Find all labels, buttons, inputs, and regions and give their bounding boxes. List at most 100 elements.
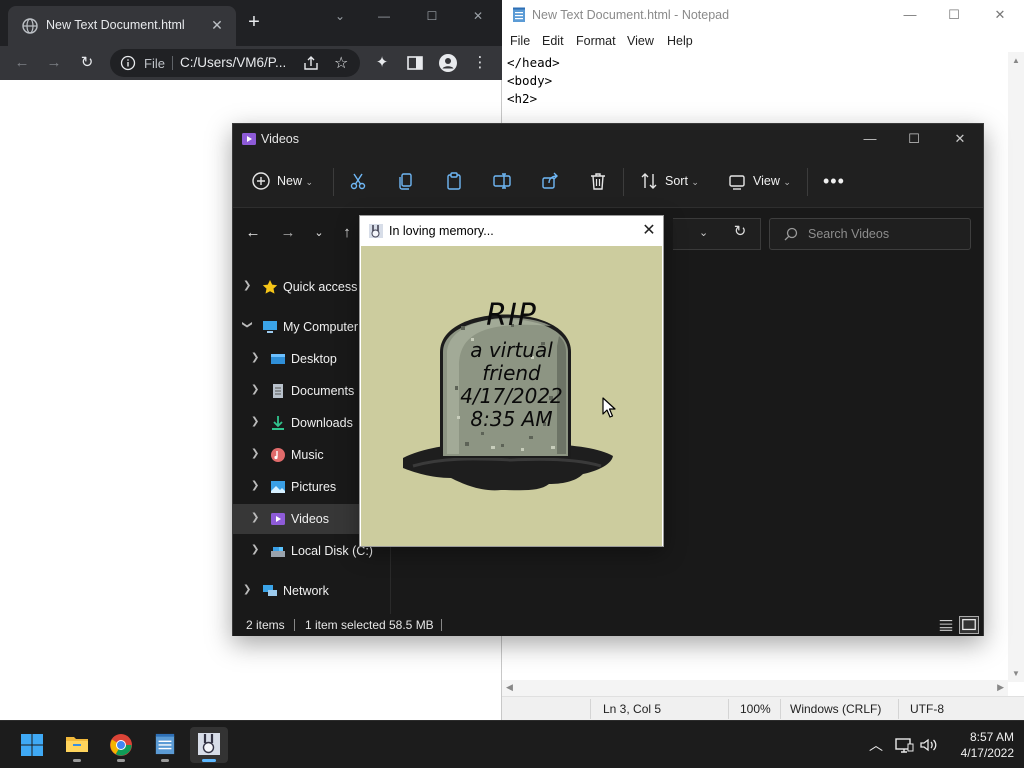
share-icon[interactable] <box>540 171 560 191</box>
sort-button[interactable]: Sort ⌄ <box>665 169 699 193</box>
scroll-up-icon[interactable]: ▲ <box>1012 56 1020 65</box>
paste-icon[interactable] <box>444 171 464 191</box>
command-bar: New ⌄ Sort ⌄ View ⌄ ••• <box>233 154 983 208</box>
info-icon[interactable] <box>120 55 136 71</box>
documents-icon <box>273 384 283 398</box>
menu-file[interactable]: File <box>510 34 530 48</box>
chrome-icon <box>110 734 132 756</box>
side-panel-icon[interactable] <box>406 54 424 72</box>
refresh-icon[interactable]: ↻ <box>731 223 749 241</box>
maximize-icon[interactable]: ☐ <box>939 6 969 24</box>
chevron-right-icon[interactable]: ❯ <box>251 448 261 459</box>
forward-arrow-icon[interactable]: → <box>278 223 298 243</box>
chrome-tab[interactable]: New Text Document.html ✕ <box>8 6 236 46</box>
horizontal-scrollbar[interactable]: ◀ ▶ <box>502 680 1008 696</box>
sort-button-label: Sort <box>665 174 688 188</box>
minimize-icon[interactable]: — <box>895 6 925 24</box>
scroll-left-icon[interactable]: ◀ <box>506 682 513 693</box>
forward-arrow-icon[interactable]: → <box>44 53 64 73</box>
close-icon[interactable]: ✕ <box>208 16 226 34</box>
taskbar-file-explorer[interactable] <box>58 727 96 763</box>
menu-edit[interactable]: Edit <box>542 34 564 48</box>
search-box[interactable] <box>769 218 971 250</box>
close-icon[interactable]: ✕ <box>640 222 658 240</box>
chevron-down-icon[interactable]: ❯ <box>242 321 253 331</box>
chevron-right-icon[interactable]: ❯ <box>251 384 261 395</box>
maximize-icon[interactable]: ☐ <box>420 6 444 26</box>
divider <box>441 619 442 631</box>
computer-icon <box>263 321 277 333</box>
reload-icon[interactable]: ↻ <box>77 53 97 73</box>
tiles-view-icon <box>962 619 976 631</box>
menu-help[interactable]: Help <box>667 34 693 48</box>
delete-icon[interactable] <box>588 171 608 191</box>
notepad-title: New Text Document.html - Notepad <box>532 8 730 22</box>
bunny-app-icon <box>198 733 220 755</box>
more-menu-icon[interactable]: ⋮ <box>470 53 490 73</box>
divider <box>172 56 173 70</box>
nav-item-network[interactable]: ❯ Network <box>233 576 391 606</box>
start-button[interactable] <box>13 727 51 763</box>
chevron-right-icon[interactable]: ❯ <box>251 416 261 427</box>
close-icon[interactable]: ✕ <box>945 129 975 149</box>
menu-view[interactable]: View <box>627 34 654 48</box>
chevron-right-icon[interactable]: ❯ <box>251 544 261 555</box>
address-bar[interactable]: File C:/Users/VM6/P... ☆ <box>110 49 360 77</box>
maximize-icon[interactable]: ☐ <box>899 129 929 149</box>
scroll-right-icon[interactable]: ▶ <box>997 682 1004 693</box>
network-monitor-icon[interactable] <box>894 735 914 755</box>
scroll-down-icon[interactable]: ▼ <box>1012 669 1020 678</box>
chevron-right-icon[interactable]: ❯ <box>251 352 261 363</box>
up-arrow-icon[interactable]: ↑ <box>337 223 357 243</box>
chevron-right-icon[interactable]: ❯ <box>243 584 253 595</box>
taskbar-bunny-app[interactable] <box>190 727 228 763</box>
chevron-down-icon[interactable]: ⌄ <box>328 6 352 26</box>
chevron-right-icon[interactable]: ❯ <box>243 280 253 291</box>
taskbar-notepad[interactable] <box>146 727 184 763</box>
taskbar-chrome[interactable] <box>102 727 140 763</box>
copy-icon[interactable] <box>396 171 416 191</box>
line-ending: Windows (CRLF) <box>790 702 882 716</box>
system-clock[interactable]: 8:57 AM 4/17/2022 <box>940 729 1014 761</box>
back-arrow-icon[interactable]: ← <box>243 223 263 243</box>
share-icon[interactable] <box>302 54 320 72</box>
profile-icon[interactable] <box>438 53 458 73</box>
clock-date: 4/17/2022 <box>960 746 1014 760</box>
selection-count: 1 item selected <box>305 618 386 632</box>
chevron-right-icon[interactable]: ❯ <box>251 480 261 491</box>
view-button[interactable]: View ⌄ <box>753 169 791 193</box>
tiles-view-toggle[interactable] <box>959 616 979 634</box>
minimize-icon[interactable]: — <box>855 129 885 149</box>
mouse-cursor-icon <box>602 397 616 418</box>
chevron-down-icon: ⌄ <box>783 177 791 187</box>
new-tab-button[interactable]: + <box>244 12 264 32</box>
vertical-scrollbar[interactable]: ▲ ▼ <box>1008 52 1024 682</box>
url-text[interactable]: C:/Users/VM6/P... <box>180 55 286 70</box>
explorer-statusbar: 2 items 1 item selected 58.5 MB <box>233 614 983 636</box>
notepad-icon <box>513 7 525 22</box>
chevron-down-icon[interactable]: ⌄ <box>699 226 708 239</box>
rename-icon[interactable] <box>492 171 512 191</box>
back-arrow-icon[interactable]: ← <box>12 53 32 73</box>
notepad-icon <box>155 733 175 755</box>
pictures-icon <box>271 481 285 493</box>
star-icon[interactable]: ☆ <box>334 53 348 73</box>
new-button[interactable]: New ⌄ <box>277 169 313 193</box>
search-input[interactable] <box>808 225 958 243</box>
close-icon[interactable]: ✕ <box>985 6 1015 24</box>
chevron-right-icon[interactable]: ❯ <box>251 512 261 523</box>
menu-format[interactable]: Format <box>576 34 616 48</box>
cut-icon[interactable] <box>348 171 368 191</box>
music-icon <box>271 448 285 462</box>
running-indicator <box>73 759 81 762</box>
close-icon[interactable]: ✕ <box>466 6 490 26</box>
folder-icon <box>66 737 88 752</box>
minimize-icon[interactable]: — <box>372 6 396 26</box>
extensions-icon[interactable]: ✦ <box>372 53 392 73</box>
divider <box>333 168 334 196</box>
volume-icon[interactable] <box>918 735 938 755</box>
details-view-toggle[interactable] <box>936 616 956 634</box>
show-hidden-icons-chevron-icon[interactable]: ︿ <box>866 735 886 755</box>
more-options-icon[interactable]: ••• <box>823 169 845 193</box>
chevron-down-icon[interactable]: ⌄ <box>309 223 329 243</box>
